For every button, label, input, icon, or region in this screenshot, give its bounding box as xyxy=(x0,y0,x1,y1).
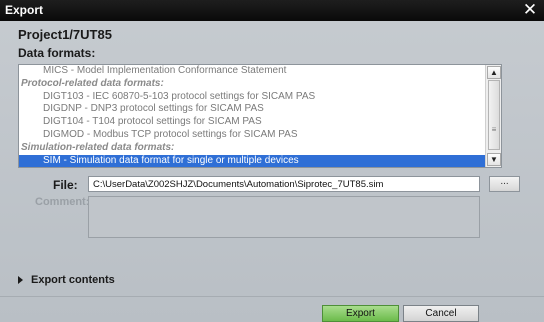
file-label: File: xyxy=(53,178,78,192)
window-title: Export xyxy=(5,3,44,17)
scroll-thumb[interactable] xyxy=(488,80,500,150)
list-item[interactable]: DIGT103 - IEC 60870-5-103 protocol setti… xyxy=(19,91,486,104)
cancel-button[interactable]: Cancel xyxy=(403,305,479,322)
export-button[interactable]: Export xyxy=(322,305,399,322)
export-contents-toggle[interactable]: Export contents xyxy=(18,274,115,286)
list-item[interactable]: DIGMOD - Modbus TCP protocol settings fo… xyxy=(19,129,486,142)
list-item[interactable]: SIM - Simulation data format for single … xyxy=(19,154,486,167)
data-formats-label: Data formats: xyxy=(18,46,96,60)
project-name: Project1/7UT85 xyxy=(18,27,112,42)
list-item[interactable]: DIGT104 - T104 protocol settings for SIC… xyxy=(19,116,486,129)
data-formats-list[interactable]: MICS - Model Implementation Conformance … xyxy=(18,64,502,168)
list-group-header: Simulation-related data formats: xyxy=(21,141,175,153)
close-icon[interactable]: ✕ xyxy=(522,0,538,20)
expand-arrow-icon xyxy=(18,276,23,285)
list-scrollbar[interactable]: ▲ ≡ ▼ xyxy=(485,65,501,167)
data-formats-rows: MICS - Model Implementation Conformance … xyxy=(19,65,486,167)
list-group-header: Protocol-related data formats: xyxy=(21,77,164,89)
title-bar: Export ✕ xyxy=(0,0,544,21)
comment-label: Comment: xyxy=(35,196,90,208)
grip-icon: ≡ xyxy=(491,125,497,134)
comment-field xyxy=(88,196,480,238)
browse-button[interactable]: ... xyxy=(489,176,520,192)
footer-divider xyxy=(0,296,544,297)
export-contents-label: Export contents xyxy=(31,274,115,287)
chevron-down-icon[interactable]: ▼ xyxy=(487,153,501,166)
chevron-up-icon[interactable]: ▲ xyxy=(487,66,501,79)
export-dialog: Export ✕ Project1/7UT85 Data formats: MI… xyxy=(0,0,544,322)
file-path-input[interactable] xyxy=(88,176,480,192)
list-item[interactable]: DIGDNP - DNP3 protocol settings for SICA… xyxy=(19,103,486,116)
list-item[interactable]: MICS - Model Implementation Conformance … xyxy=(19,65,486,78)
